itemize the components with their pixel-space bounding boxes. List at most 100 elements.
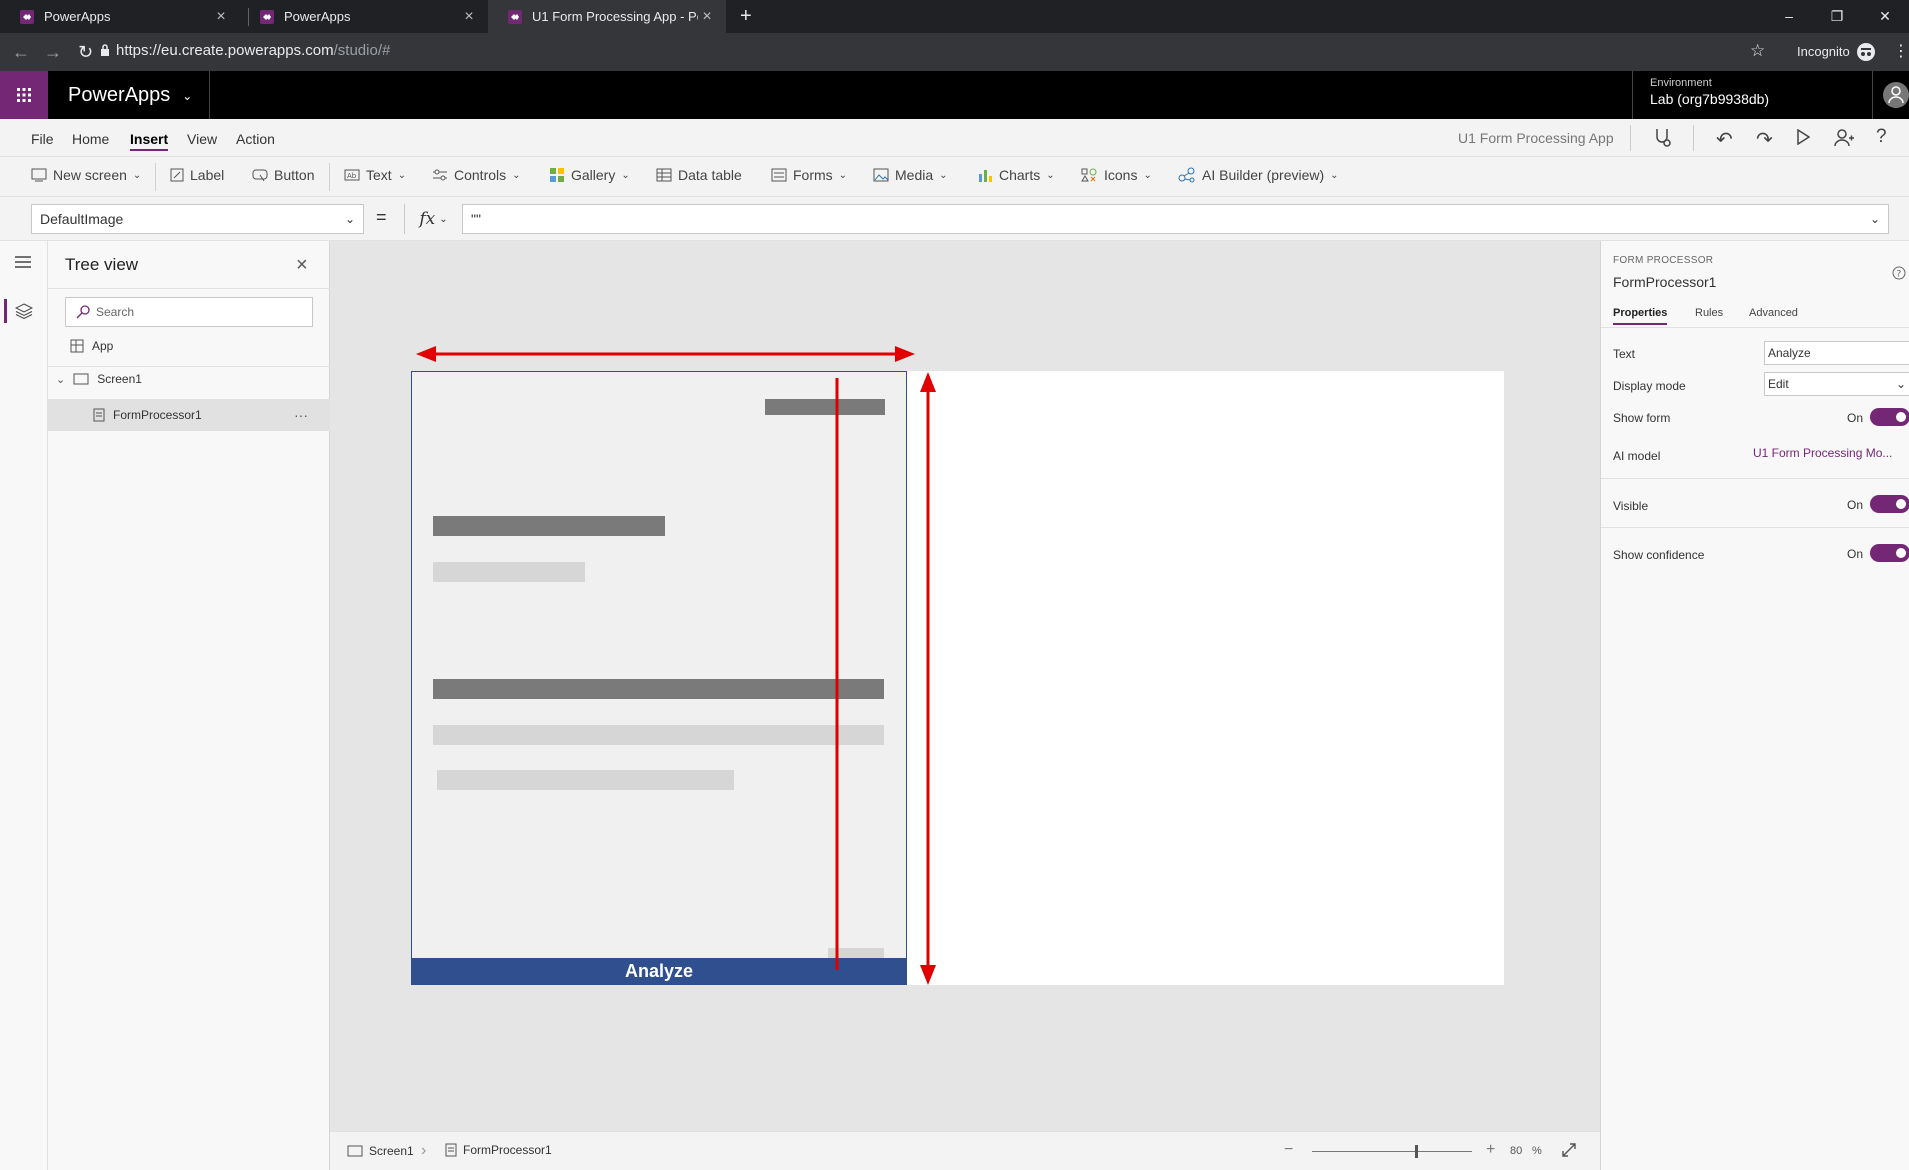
ai-builder-dropdown[interactable]: AI Builder (preview) ⌄ <box>1178 167 1339 183</box>
text-dropdown[interactable]: Ab Text ⌄ <box>344 167 406 183</box>
fit-to-window-icon[interactable] <box>1562 1143 1576 1157</box>
close-icon[interactable]: × <box>698 8 716 26</box>
tab-advanced[interactable]: Advanced <box>1749 307 1798 319</box>
reload-icon[interactable]: ↻ <box>78 42 93 63</box>
visible-toggle[interactable] <box>1870 495 1909 513</box>
media-dropdown[interactable]: Media ⌄ <box>873 167 948 183</box>
show-confidence-toggle[interactable] <box>1870 544 1909 562</box>
zoom-in-icon[interactable]: + <box>1486 1141 1495 1159</box>
back-icon[interactable]: ← <box>12 42 30 63</box>
redo-icon[interactable]: ↷ <box>1756 127 1773 152</box>
chevron-down-icon: ⌄ <box>397 169 407 181</box>
status-bar: Screen1 › FormProcessor1 − + 80 % <box>330 1131 1600 1170</box>
display-mode-value: Edit <box>1768 377 1789 391</box>
undo-icon[interactable]: ↶ <box>1716 127 1733 152</box>
browser-tab-3-active[interactable]: U1 Form Processing App - Power × <box>488 0 726 33</box>
label-button[interactable]: Label <box>170 167 224 183</box>
more-options-icon[interactable]: ··· <box>294 407 308 423</box>
zoom-slider[interactable] <box>1312 1145 1472 1158</box>
label-label: Label <box>190 167 225 183</box>
app-checker-icon[interactable] <box>1652 127 1672 149</box>
browser-menu-icon[interactable]: ⋮ <box>1893 41 1909 61</box>
tree-item-app[interactable]: App <box>70 339 113 353</box>
search-placeholder: Search <box>96 305 135 319</box>
breadcrumb-formprocessor1[interactable]: FormProcessor1 <box>445 1143 552 1157</box>
prop-display-mode-select[interactable]: Edit ⌄ <box>1764 372 1909 396</box>
divider <box>1601 327 1909 328</box>
zoom-out-icon[interactable]: − <box>1284 1141 1293 1159</box>
app-icon <box>70 339 84 353</box>
chevron-down-icon[interactable]: ⌄ <box>56 373 65 386</box>
data-table-button[interactable]: Data table <box>656 167 742 183</box>
browser-tab-2[interactable]: PowerApps × <box>240 0 488 33</box>
menu-file[interactable]: File <box>31 131 54 147</box>
play-icon[interactable] <box>1796 129 1810 145</box>
help-circle-icon[interactable]: ? <box>1892 266 1906 280</box>
chevron-down-icon: ⌄ <box>1046 169 1055 181</box>
menu-view[interactable]: View <box>187 131 217 147</box>
app-switcher[interactable]: PowerApps ⌄ <box>68 84 192 107</box>
ribbon-divider <box>329 163 330 191</box>
app-header: PowerApps ⌄ Environment Lab (org7b9938db… <box>0 71 1909 119</box>
tab-properties[interactable]: Properties <box>1613 307 1668 325</box>
tree-item-screen1[interactable]: ⌄ Screen1 <box>56 372 142 386</box>
show-form-toggle[interactable] <box>1870 408 1909 426</box>
gallery-dropdown[interactable]: Gallery ⌄ <box>549 167 630 183</box>
prop-ai-model-label: AI model <box>1613 449 1661 463</box>
new-screen-button[interactable]: New screen ⌄ <box>31 167 141 183</box>
tab-rules[interactable]: Rules <box>1695 307 1723 319</box>
charts-icon <box>979 170 992 182</box>
controls-dropdown[interactable]: Controls ⌄ <box>432 167 521 183</box>
formula-input[interactable]: "" ⌄ <box>462 204 1889 234</box>
close-icon[interactable]: × <box>460 8 478 26</box>
url-host: https://eu.create.powerapps.com <box>116 42 334 59</box>
icons-dropdown[interactable]: Icons ⌄ <box>1080 167 1152 183</box>
close-icon[interactable]: × <box>212 8 230 26</box>
menu-action[interactable]: Action <box>236 131 275 147</box>
properties-panel: FORM PROCESSOR FormProcessor1 ? Properti… <box>1600 241 1909 1170</box>
controls-label: Controls <box>454 167 507 183</box>
property-selector[interactable]: DefaultImage ⌄ <box>31 204 364 234</box>
forms-dropdown[interactable]: Forms ⌄ <box>771 167 847 183</box>
browser-tab-1[interactable]: PowerApps × <box>0 0 240 33</box>
forward-icon[interactable]: → <box>44 42 62 63</box>
fx-button[interactable]: fx ⌄ <box>404 204 462 234</box>
environment-picker[interactable]: Environment Lab (org7b9938db) <box>1632 71 1872 119</box>
share-user-icon[interactable] <box>1834 128 1854 148</box>
data-table-label: Data table <box>678 167 742 183</box>
new-tab-icon[interactable]: + <box>740 5 752 28</box>
bookmark-star-icon[interactable]: ☆ <box>1750 41 1765 61</box>
app-launcher-icon[interactable] <box>0 71 48 119</box>
tree-search-input[interactable]: Search <box>65 297 313 327</box>
chevron-down-icon: ⌄ <box>439 213 448 225</box>
prop-text-input[interactable]: Analyze <box>1764 341 1909 365</box>
help-icon[interactable]: ? <box>1876 126 1887 148</box>
close-window-icon[interactable]: ✕ <box>1861 0 1909 33</box>
layers-icon[interactable] <box>15 303 33 319</box>
menu-home[interactable]: Home <box>72 131 109 147</box>
zoom-slider-thumb[interactable] <box>1415 1145 1418 1158</box>
app-name: PowerApps <box>68 84 171 106</box>
insert-ribbon: New screen ⌄ Label Button Ab Text ⌄ Contro… <box>0 157 1909 197</box>
restore-icon[interactable]: ❐ <box>1813 0 1861 33</box>
prop-show-form-label: Show form <box>1613 411 1671 425</box>
control-name[interactable]: FormProcessor1 <box>1613 274 1716 290</box>
close-icon[interactable]: × <box>296 254 308 277</box>
screen-icon <box>73 373 89 385</box>
media-icon <box>873 168 889 182</box>
new-screen-label: New screen <box>53 167 127 183</box>
button-icon <box>252 169 268 182</box>
charts-dropdown[interactable]: Charts ⌄ <box>977 167 1055 183</box>
url-field[interactable]: https://eu.create.powerapps.com/studio/# <box>116 42 390 59</box>
hamburger-icon[interactable] <box>14 255 32 269</box>
menu-insert[interactable]: Insert <box>130 131 169 151</box>
button-button[interactable]: Button <box>252 167 314 183</box>
ai-model-link[interactable]: U1 Form Processing Mo... <box>1753 446 1892 460</box>
tree-item-label: Screen1 <box>97 372 142 386</box>
tree-item-label: App <box>92 339 114 353</box>
breadcrumb-screen1[interactable]: Screen1 <box>347 1144 414 1158</box>
minimize-icon[interactable]: – <box>1765 0 1813 33</box>
tree-item-formprocessor1[interactable]: FormProcessor1 ··· <box>48 399 330 431</box>
breadcrumb-separator-icon: › <box>421 1142 427 1159</box>
account-button[interactable] <box>1872 71 1909 119</box>
